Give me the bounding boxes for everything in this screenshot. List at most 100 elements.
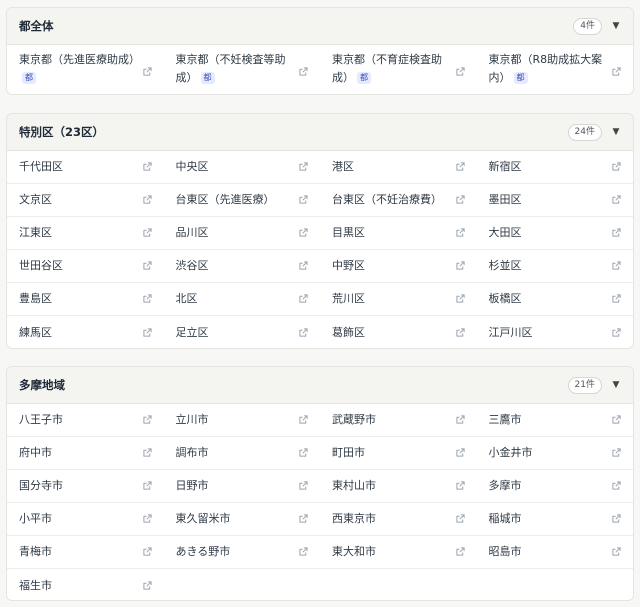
external-link-icon[interactable] xyxy=(612,162,621,171)
external-link-icon[interactable] xyxy=(299,448,308,457)
list-item[interactable]: 中野区 xyxy=(320,250,477,283)
list-item[interactable]: 昭島市 xyxy=(476,536,633,569)
external-link-icon[interactable] xyxy=(299,547,308,556)
list-item[interactable]: 府中市 xyxy=(7,437,164,470)
list-item[interactable]: 足立区 xyxy=(164,316,321,348)
list-item[interactable]: 国分寺市 xyxy=(7,470,164,503)
list-item[interactable]: 台東区（不妊治療費） xyxy=(320,184,477,217)
list-item[interactable]: 板橋区 xyxy=(476,283,633,316)
external-link-icon[interactable] xyxy=(142,481,152,490)
external-link-icon[interactable] xyxy=(299,261,308,270)
list-item[interactable]: 日野市 xyxy=(163,470,320,503)
external-link-icon[interactable] xyxy=(142,195,152,204)
external-link-icon[interactable] xyxy=(612,514,621,523)
external-link-icon[interactable] xyxy=(142,67,152,76)
list-item[interactable]: 東京都（R8助成拡大案内）都 xyxy=(477,45,634,94)
list-item[interactable]: 東京都（先進医療助成） 都 xyxy=(7,45,164,94)
external-link-icon[interactable] xyxy=(142,261,152,270)
list-item[interactable]: 墨田区 xyxy=(476,184,633,217)
list-item[interactable]: 八王子市 xyxy=(7,404,164,437)
external-link-icon[interactable] xyxy=(455,195,465,204)
list-item[interactable]: 台東区（先進医療） xyxy=(163,184,320,217)
list-item[interactable]: 青梅市 xyxy=(7,536,164,569)
list-item[interactable]: 東久留米市 xyxy=(163,503,320,536)
external-link-icon[interactable] xyxy=(455,448,465,457)
external-link-icon[interactable] xyxy=(455,514,465,523)
list-item[interactable]: 港区 xyxy=(320,151,477,184)
section-header-special-wards[interactable]: 特別区（23区） 24件 ▼ xyxy=(7,114,633,151)
external-link-icon[interactable] xyxy=(612,547,621,556)
external-link-icon[interactable] xyxy=(612,327,621,337)
external-link-icon[interactable] xyxy=(455,228,465,237)
list-item[interactable]: 三鷹市 xyxy=(476,404,633,437)
chevron-down-icon[interactable]: ▼ xyxy=(611,127,621,137)
list-item[interactable]: 荒川区 xyxy=(320,283,477,316)
list-item[interactable]: 福生市 xyxy=(7,569,164,600)
external-link-icon[interactable] xyxy=(142,547,152,556)
list-item[interactable]: 北区 xyxy=(163,283,320,316)
external-link-icon[interactable] xyxy=(142,448,152,457)
chevron-down-icon[interactable]: ▼ xyxy=(611,380,621,390)
external-link-icon[interactable] xyxy=(455,415,465,424)
list-item[interactable]: 渋谷区 xyxy=(163,250,320,283)
external-link-icon[interactable] xyxy=(299,514,308,523)
external-link-icon[interactable] xyxy=(455,327,465,337)
external-link-icon[interactable] xyxy=(299,228,308,237)
list-item[interactable]: 西東京市 xyxy=(320,503,477,536)
list-item[interactable]: 多摩市 xyxy=(476,470,633,503)
list-item[interactable]: 新宿区 xyxy=(476,151,633,184)
chevron-down-icon[interactable]: ▼ xyxy=(611,21,621,31)
external-link-icon[interactable] xyxy=(455,547,465,556)
external-link-icon[interactable] xyxy=(455,481,465,490)
external-link-icon[interactable] xyxy=(299,195,308,204)
external-link-icon[interactable] xyxy=(142,580,152,590)
external-link-icon[interactable] xyxy=(455,294,465,303)
external-link-icon[interactable] xyxy=(142,514,152,523)
external-link-icon[interactable] xyxy=(612,67,621,76)
list-item[interactable]: 品川区 xyxy=(163,217,320,250)
list-item[interactable]: 小金井市 xyxy=(476,437,633,470)
list-item[interactable]: 江戸川区 xyxy=(477,316,634,348)
external-link-icon[interactable] xyxy=(612,481,621,490)
list-item[interactable]: 中央区 xyxy=(163,151,320,184)
external-link-icon[interactable] xyxy=(142,415,152,424)
section-header-tama[interactable]: 多摩地域 21件 ▼ xyxy=(7,367,633,404)
external-link-icon[interactable] xyxy=(142,162,152,171)
list-item[interactable]: 葛飾区 xyxy=(320,316,477,348)
external-link-icon[interactable] xyxy=(142,327,152,337)
external-link-icon[interactable] xyxy=(612,195,621,204)
external-link-icon[interactable] xyxy=(612,294,621,303)
list-item[interactable]: 調布市 xyxy=(163,437,320,470)
list-item[interactable]: 世田谷区 xyxy=(7,250,164,283)
list-item[interactable]: 東京都（不妊検査等助成）都 xyxy=(164,45,321,94)
external-link-icon[interactable] xyxy=(299,67,308,76)
list-item[interactable]: 東京都（不育症検査助成）都 xyxy=(320,45,477,94)
list-item[interactable]: 東大和市 xyxy=(320,536,477,569)
external-link-icon[interactable] xyxy=(455,261,465,270)
list-item[interactable]: 稲城市 xyxy=(476,503,633,536)
external-link-icon[interactable] xyxy=(142,294,152,303)
external-link-icon[interactable] xyxy=(612,261,621,270)
list-item[interactable]: 町田市 xyxy=(320,437,477,470)
list-item[interactable]: 文京区 xyxy=(7,184,164,217)
list-item[interactable]: 練馬区 xyxy=(7,316,164,348)
section-header-tokyo-wide[interactable]: 都全体 4件 ▼ xyxy=(7,8,633,45)
list-item[interactable]: 目黒区 xyxy=(320,217,477,250)
list-item[interactable]: 杉並区 xyxy=(476,250,633,283)
external-link-icon[interactable] xyxy=(612,415,621,424)
list-item[interactable]: 大田区 xyxy=(476,217,633,250)
external-link-icon[interactable] xyxy=(299,162,308,171)
list-item[interactable]: 千代田区 xyxy=(7,151,164,184)
external-link-icon[interactable] xyxy=(299,294,308,303)
list-item[interactable]: 豊島区 xyxy=(7,283,164,316)
external-link-icon[interactable] xyxy=(299,481,308,490)
external-link-icon[interactable] xyxy=(455,67,465,76)
external-link-icon[interactable] xyxy=(612,448,621,457)
external-link-icon[interactable] xyxy=(142,228,152,237)
external-link-icon[interactable] xyxy=(612,228,621,237)
list-item[interactable]: 東村山市 xyxy=(320,470,477,503)
list-item[interactable]: 江東区 xyxy=(7,217,164,250)
list-item[interactable]: 小平市 xyxy=(7,503,164,536)
external-link-icon[interactable] xyxy=(299,327,308,337)
external-link-icon[interactable] xyxy=(455,162,465,171)
